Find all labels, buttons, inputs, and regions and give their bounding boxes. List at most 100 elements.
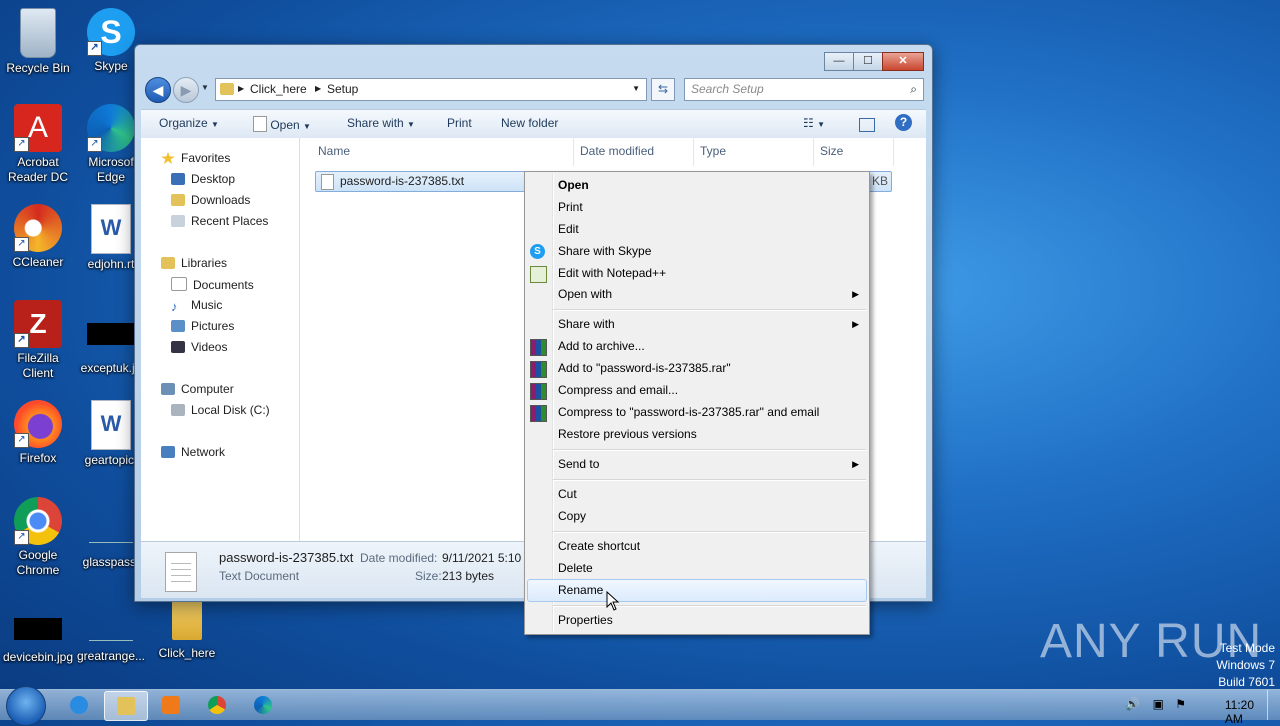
nav-label: Recent Places xyxy=(191,214,269,228)
nav-label: Desktop xyxy=(191,172,236,186)
back-button[interactable]: ◀ xyxy=(145,77,171,103)
column-header-date-modified[interactable]: Date modified xyxy=(580,144,654,158)
maximize-button[interactable]: ☐ xyxy=(853,52,883,71)
menu-item-share-skype[interactable]: Share with Skype xyxy=(558,244,651,258)
navigation-row: ◀ ▶ ▼ ▶ Click_here ▶ Setup ▼ ⇆ Search Se… xyxy=(143,77,924,103)
view-options-icon[interactable]: ☷ ▼ xyxy=(803,116,825,130)
desktop-icon-acrobat[interactable]: A ↗ Acrobat Reader DC xyxy=(0,104,76,185)
menu-item-delete[interactable]: Delete xyxy=(558,561,593,575)
share-with-menu[interactable]: Share with ▼ xyxy=(347,116,415,130)
nav-label: Downloads xyxy=(191,193,251,207)
refresh-button[interactable]: ⇆ xyxy=(651,78,675,101)
network-tray-icon[interactable]: ▣ xyxy=(1153,697,1164,711)
action-center-flag-icon[interactable]: ⚑ xyxy=(1175,697,1186,711)
word-document-icon: W xyxy=(91,204,131,254)
taskbar-ie[interactable] xyxy=(58,691,100,719)
help-icon[interactable]: ? xyxy=(895,114,912,131)
desktop-icon-label: Client xyxy=(22,366,54,380)
menu-item-restore-versions[interactable]: Restore previous versions xyxy=(558,427,697,441)
minimize-button[interactable]: — xyxy=(824,52,854,71)
start-button[interactable] xyxy=(6,686,46,726)
show-desktop-button[interactable] xyxy=(1267,690,1280,720)
nav-music[interactable]: ♪ Music xyxy=(171,298,222,313)
print-button[interactable]: Print xyxy=(447,116,472,130)
desktop-icon-greatrange[interactable]: greatrange... xyxy=(73,606,149,664)
menu-item-edit[interactable]: Edit xyxy=(558,222,579,236)
menu-item-compress-rar-email[interactable]: Compress to "password-is-237385.rar" and… xyxy=(558,405,819,419)
nav-downloads[interactable]: Downloads xyxy=(171,193,250,207)
column-separator xyxy=(573,138,574,166)
menu-item-create-shortcut[interactable]: Create shortcut xyxy=(558,539,640,553)
desktop-icon-label: Google xyxy=(18,548,58,562)
winrar-icon xyxy=(530,361,547,378)
taskbar-chrome[interactable] xyxy=(196,691,238,719)
desktop-icon-devicebin[interactable]: devicebin.jpg xyxy=(0,606,76,665)
nav-videos[interactable]: Videos xyxy=(171,340,227,354)
test-mode-line-1: Test Mode xyxy=(1219,641,1275,655)
taskbar-edge[interactable] xyxy=(242,691,284,719)
menu-item-print[interactable]: Print xyxy=(558,200,583,214)
folder-icon xyxy=(117,697,135,715)
new-folder-button[interactable]: New folder xyxy=(501,116,558,130)
column-header-name[interactable]: Name xyxy=(318,144,350,158)
desktop-icon-label: devicebin.jpg xyxy=(2,650,74,664)
desktop-icon-chrome[interactable]: ↗ Google Chrome xyxy=(0,497,76,578)
breadcrumb-click-here[interactable]: Click_here xyxy=(250,82,307,96)
organize-menu[interactable]: Organize ▼ xyxy=(159,116,219,130)
nav-computer[interactable]: Computer xyxy=(161,382,234,396)
nav-desktop[interactable]: Desktop xyxy=(171,172,235,186)
clock[interactable]: 11:20 AM xyxy=(1225,698,1254,726)
desktop-icon-label: greatrange... xyxy=(76,649,146,663)
menu-item-cut[interactable]: Cut xyxy=(558,487,577,501)
menu-item-open[interactable]: Open xyxy=(558,178,589,192)
address-bar[interactable]: ▶ Click_here ▶ Setup ▼ xyxy=(215,78,647,101)
forward-button[interactable]: ▶ xyxy=(173,77,199,103)
nav-favorites[interactable]: Favorites xyxy=(161,151,230,165)
nav-recent-places[interactable]: Recent Places xyxy=(171,214,268,228)
nav-label: Computer xyxy=(181,382,234,396)
notepad-plus-plus-icon xyxy=(530,266,547,283)
nav-label: Videos xyxy=(191,340,228,354)
search-input[interactable]: Search Setup ⌕ xyxy=(684,78,924,101)
close-button[interactable]: ✕ xyxy=(882,52,924,71)
media-player-icon xyxy=(162,696,180,714)
nav-local-disk[interactable]: Local Disk (C:) xyxy=(171,403,270,417)
nav-documents[interactable]: Documents xyxy=(171,277,254,292)
menu-item-share-with[interactable]: Share with xyxy=(558,317,615,331)
desktop-icon-click-here[interactable]: Click_here xyxy=(149,600,225,661)
menu-item-add-to-rar[interactable]: Add to "password-is-237385.rar" xyxy=(558,361,731,375)
menu-item-edit-notepad[interactable]: Edit with Notepad++ xyxy=(558,266,666,280)
address-dropdown-icon[interactable]: ▼ xyxy=(632,84,640,93)
recent-pages-dropdown-icon[interactable]: ▼ xyxy=(201,83,209,92)
column-header-size[interactable]: Size xyxy=(820,144,843,158)
column-header-type[interactable]: Type xyxy=(700,144,726,158)
desktop-icon xyxy=(171,173,185,185)
chevron-down-icon: ▼ xyxy=(303,122,311,131)
desktop-icon-firefox[interactable]: ↗ Firefox xyxy=(0,400,76,466)
desktop-icon-filezilla[interactable]: Z ↗ FileZilla Client xyxy=(0,300,76,381)
image-file-icon xyxy=(87,323,135,345)
menu-item-send-to[interactable]: Send to xyxy=(558,457,599,471)
context-menu: Open Print Edit S Share with Skype Edit … xyxy=(524,171,870,635)
menu-item-rename[interactable]: Rename xyxy=(558,583,603,597)
downloads-icon xyxy=(171,194,185,206)
caption-buttons: — ☐ ✕ xyxy=(824,52,924,71)
menu-item-compress-email[interactable]: Compress and email... xyxy=(558,383,678,397)
volume-icon[interactable]: 🔊 xyxy=(1125,697,1140,711)
menu-item-add-archive[interactable]: Add to archive... xyxy=(558,339,645,353)
desktop-icon-recycle-bin[interactable]: Recycle Bin xyxy=(0,8,76,76)
menu-item-open-with[interactable]: Open with xyxy=(558,287,612,301)
breadcrumb-setup[interactable]: Setup xyxy=(327,82,358,96)
nav-pictures[interactable]: Pictures xyxy=(171,319,234,333)
preview-pane-icon[interactable] xyxy=(859,118,875,132)
menu-item-copy[interactable]: Copy xyxy=(558,509,586,523)
taskbar-media-player[interactable] xyxy=(150,691,192,719)
desktop-icon-label: Acrobat xyxy=(17,155,59,169)
nav-libraries[interactable]: Libraries xyxy=(161,256,227,270)
open-button[interactable]: Open ▼ xyxy=(253,116,311,132)
nav-network[interactable]: Network xyxy=(161,445,225,459)
taskbar-explorer[interactable] xyxy=(104,691,148,721)
ccleaner-icon: ↗ xyxy=(14,204,62,252)
menu-item-properties[interactable]: Properties xyxy=(558,613,613,627)
desktop-icon-ccleaner[interactable]: ↗ CCleaner xyxy=(0,204,76,270)
